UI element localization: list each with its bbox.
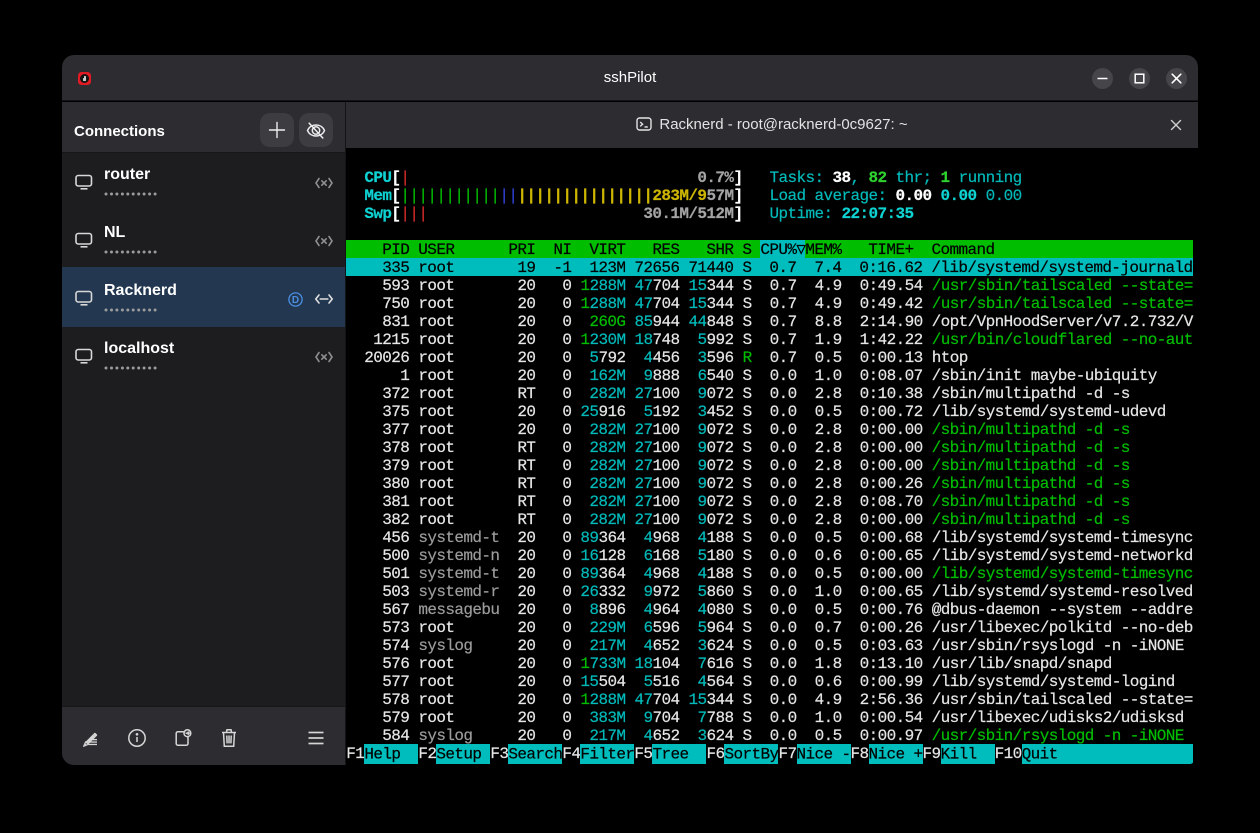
svg-text:D: D bbox=[292, 295, 299, 306]
